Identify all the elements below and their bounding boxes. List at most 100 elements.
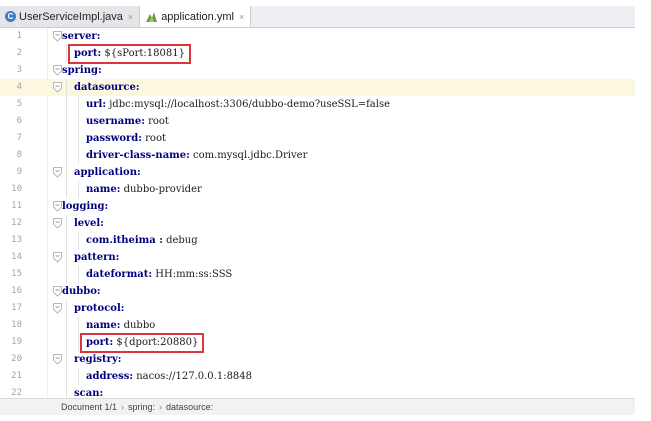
- breadcrumb-item-spring[interactable]: spring:: [128, 402, 155, 412]
- yaml-key: username:: [86, 116, 145, 127]
- close-icon[interactable]: ×: [128, 12, 133, 22]
- line-number: 9: [16, 167, 22, 177]
- code-line[interactable]: 4 datasource:: [0, 79, 635, 96]
- code-line[interactable]: 10 name: dubbo-provider: [0, 181, 635, 198]
- yaml-key: password:: [86, 133, 142, 144]
- line-number: 20: [11, 354, 22, 364]
- line-number: 19: [11, 337, 22, 347]
- fold-icon[interactable]: [53, 82, 62, 93]
- line-number: 16: [11, 286, 22, 296]
- indent-guide: [66, 334, 67, 351]
- code-line[interactable]: 17 protocol:: [0, 300, 635, 317]
- line-number: 21: [11, 371, 22, 381]
- line-number: 4: [16, 82, 22, 92]
- line-number: 11: [11, 201, 22, 211]
- code-line[interactable]: 1 server:: [0, 28, 635, 45]
- breadcrumb-bar: Document 1/1 › spring: › datasource:: [0, 398, 635, 415]
- tab-userserviceimpl[interactable]: C UserServiceImpl.java ×: [0, 6, 141, 27]
- indent-guide: [66, 215, 67, 232]
- indent-guide: [66, 249, 67, 266]
- code-line[interactable]: 20 registry:: [0, 351, 635, 368]
- yaml-key: server:: [62, 31, 101, 42]
- highlight-box: [80, 333, 205, 353]
- fold-icon[interactable]: [53, 286, 62, 297]
- fold-icon[interactable]: [53, 201, 62, 212]
- indent-guide: [66, 181, 67, 198]
- yaml-key: protocol:: [74, 303, 125, 314]
- code-line[interactable]: 16 dubbo:: [0, 283, 635, 300]
- yaml-key: spring:: [62, 65, 102, 76]
- yaml-value: jdbc:mysql://localhost:3306/dubbo-demo?u…: [106, 99, 391, 110]
- line-number: 2: [16, 48, 22, 58]
- line-number: 7: [16, 133, 22, 143]
- indent-guide: [78, 334, 79, 351]
- indent-guide: [66, 113, 67, 130]
- code-line[interactable]: 3 spring:: [0, 62, 635, 79]
- line-number: 18: [11, 320, 22, 330]
- yaml-key: name:: [86, 320, 121, 331]
- line-number: 14: [11, 252, 22, 262]
- indent-guide: [66, 79, 67, 96]
- code-text: name: dubbo: [86, 317, 155, 334]
- tab-bar: C UserServiceImpl.java × application.yml…: [0, 6, 635, 28]
- breadcrumb-item-datasource[interactable]: datasource:: [166, 402, 213, 412]
- code-editor[interactable]: 1 server: 2 port: ${sPort:18081} 3 spring: 4 da…: [0, 28, 635, 402]
- line-number: 8: [16, 150, 22, 160]
- line-number: 13: [11, 235, 22, 245]
- yaml-key: dateformat:: [86, 269, 153, 280]
- code-line[interactable]: 8 driver-class-name: com.mysql.jdbc.Drive…: [0, 147, 635, 164]
- fold-icon[interactable]: [53, 303, 62, 314]
- tab-application-yml[interactable]: application.yml ×: [140, 6, 252, 27]
- indent-guide: [78, 130, 79, 147]
- code-text: username: root: [86, 113, 169, 130]
- indent-guide: [78, 147, 79, 164]
- yaml-key: registry:: [74, 354, 122, 365]
- code-text: application:: [74, 164, 141, 181]
- code-text: dubbo:: [62, 283, 101, 300]
- tab-label: UserServiceImpl.java: [19, 10, 123, 23]
- code-line[interactable]: 5 url: jdbc:mysql://localhost:3306/dubbo-…: [0, 96, 635, 113]
- line-number: 1: [16, 31, 22, 41]
- code-line[interactable]: 11 logging:: [0, 198, 635, 215]
- code-line[interactable]: 7 password: root: [0, 130, 635, 147]
- code-line[interactable]: 12 level:: [0, 215, 635, 232]
- close-icon[interactable]: ×: [239, 12, 244, 22]
- code-line[interactable]: 9 application:: [0, 164, 635, 181]
- code-text: name: dubbo-provider: [86, 181, 202, 198]
- yaml-value: HH:mm:ss:SSS: [152, 269, 233, 280]
- editor-window: C UserServiceImpl.java × application.yml…: [0, 0, 635, 421]
- code-text: com.itheima : debug: [86, 232, 198, 249]
- indent-guide: [66, 232, 67, 249]
- fold-icon[interactable]: [53, 252, 62, 263]
- yaml-key: url:: [86, 99, 107, 110]
- indent-guide: [78, 181, 79, 198]
- code-text: dateformat: HH:mm:ss:SSS: [86, 266, 232, 283]
- fold-icon[interactable]: [53, 31, 62, 42]
- yaml-value: com.mysql.jdbc.Driver: [189, 150, 308, 161]
- code-text: logging:: [62, 198, 108, 215]
- indent-guide: [78, 317, 79, 334]
- code-text: level:: [74, 215, 104, 232]
- code-line[interactable]: 14 pattern:: [0, 249, 635, 266]
- yaml-key: address:: [86, 371, 134, 382]
- code-line[interactable]: 21 address: nacos://127.0.0.1:8848: [0, 368, 635, 385]
- breadcrumb-separator: ›: [121, 402, 125, 412]
- highlight-box: [68, 44, 191, 64]
- yaml-file-icon: [146, 11, 158, 22]
- line-number: 17: [11, 303, 22, 313]
- code-line[interactable]: 15 dateformat: HH:mm:ss:SSS: [0, 266, 635, 283]
- fold-icon[interactable]: [53, 218, 62, 229]
- line-number: 6: [16, 116, 22, 126]
- indent-guide: [66, 266, 67, 283]
- code-text: spring:: [62, 62, 102, 79]
- indent-guide: [66, 45, 67, 62]
- indent-guide: [78, 368, 79, 385]
- line-number: 3: [16, 65, 22, 75]
- fold-icon[interactable]: [53, 65, 62, 76]
- code-line[interactable]: 18 name: dubbo: [0, 317, 635, 334]
- indent-guide: [66, 164, 67, 181]
- fold-icon[interactable]: [53, 167, 62, 178]
- fold-icon[interactable]: [53, 354, 62, 365]
- code-line[interactable]: 13 com.itheima : debug: [0, 232, 635, 249]
- code-line[interactable]: 6 username: root: [0, 113, 635, 130]
